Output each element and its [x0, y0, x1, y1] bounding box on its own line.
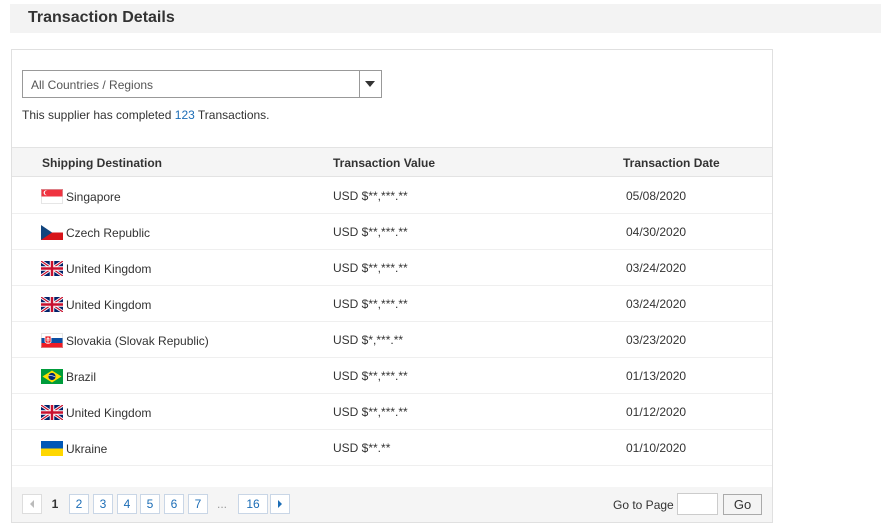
uk-flag-icon	[41, 261, 63, 276]
transaction-date: 01/13/2020	[626, 369, 687, 383]
page-link-7[interactable]: 7	[188, 494, 208, 514]
table-row: Singapore USD $**,***.** 05/08/2020	[12, 178, 772, 214]
page-link-last[interactable]: 16	[238, 494, 268, 514]
destination-cell: Czech Republic	[41, 225, 150, 240]
page-link-5[interactable]: 5	[140, 494, 160, 514]
transaction-value: USD $**.**	[333, 441, 391, 455]
table-row: Slovakia (Slovak Republic) USD $*,***.**…	[12, 322, 772, 358]
transaction-date: 03/24/2020	[626, 297, 687, 311]
singapore-flag-icon	[41, 189, 63, 204]
summary-prefix: This supplier has completed	[22, 108, 172, 122]
destination-cell: United Kingdom	[41, 261, 151, 276]
czech-flag-icon	[41, 225, 63, 240]
destination-name: Ukraine	[66, 442, 108, 456]
table-row: Brazil USD $**,***.** 01/13/2020	[12, 358, 772, 394]
destination-name: United Kingdom	[66, 298, 152, 312]
transaction-date: 01/12/2020	[626, 405, 687, 419]
transaction-value: USD $**,***.**	[333, 189, 408, 203]
table-header: Shipping Destination Transaction Value T…	[12, 147, 772, 177]
page-link-4[interactable]: 4	[117, 494, 137, 514]
section-header: Transaction Details	[10, 4, 881, 33]
chevron-left-icon	[30, 500, 34, 508]
destination-cell: Ukraine	[41, 441, 107, 456]
destination-cell: United Kingdom	[41, 297, 151, 312]
table-row: United Kingdom USD $**,***.** 03/24/2020	[12, 286, 772, 322]
transaction-value: USD $**,***.**	[333, 225, 408, 239]
table-row: Ukraine USD $**.** 01/10/2020	[12, 430, 772, 466]
transaction-value: USD $**,***.**	[333, 261, 408, 275]
go-button[interactable]: Go	[723, 494, 762, 515]
transaction-date: 03/24/2020	[626, 261, 687, 275]
chevron-right-icon	[278, 500, 282, 508]
country-region-select[interactable]: All Countries / Regions	[22, 70, 382, 98]
destination-name: United Kingdom	[66, 262, 152, 276]
table-row: United Kingdom USD $**,***.** 01/12/2020	[12, 394, 772, 430]
transaction-count: 123	[174, 108, 195, 122]
dropdown-arrow-button[interactable]	[359, 71, 381, 97]
goto-page-input[interactable]	[677, 493, 718, 515]
transaction-value: USD $**,***.**	[333, 369, 408, 383]
column-header-destination: Shipping Destination	[42, 156, 162, 170]
transaction-date: 04/30/2020	[626, 225, 687, 239]
destination-name: United Kingdom	[66, 406, 152, 420]
pagination: 1 2 3 4 5 6 7 ... 16 Go to Page Go	[12, 487, 772, 522]
current-page: 1	[51, 497, 59, 511]
transaction-value: USD $*,***.**	[333, 333, 404, 347]
pagination-ellipsis: ...	[217, 497, 228, 511]
summary-suffix: Transactions.	[197, 108, 270, 122]
country-region-select-value: All Countries / Regions	[31, 78, 154, 92]
destination-name: Singapore	[66, 190, 121, 204]
page-link-2[interactable]: 2	[69, 494, 89, 514]
transaction-date: 05/08/2020	[626, 189, 687, 203]
destination-cell: Brazil	[41, 369, 96, 384]
transaction-value: USD $**,***.**	[333, 405, 408, 419]
transaction-date: 01/10/2020	[626, 441, 687, 455]
transaction-rows: Singapore USD $**,***.** 05/08/2020 Czec…	[12, 178, 772, 466]
page-link-3[interactable]: 3	[93, 494, 113, 514]
uk-flag-icon	[41, 297, 63, 312]
next-page-button[interactable]	[270, 494, 290, 514]
ukraine-flag-icon	[41, 441, 63, 456]
uk-flag-icon	[41, 405, 63, 420]
page-title: Transaction Details	[28, 9, 175, 26]
transactions-panel: All Countries / Regions This supplier ha…	[11, 49, 773, 523]
destination-cell: Singapore	[41, 189, 121, 204]
brazil-flag-icon	[41, 369, 63, 384]
destination-name: Slovakia (Slovak Republic)	[66, 334, 209, 348]
destination-name: Czech Republic	[66, 226, 151, 240]
slovakia-flag-icon	[41, 333, 63, 348]
goto-page-label: Go to Page	[613, 498, 674, 512]
column-header-date: Transaction Date	[623, 156, 720, 170]
prev-page-button[interactable]	[22, 494, 42, 514]
column-header-value: Transaction Value	[333, 156, 436, 170]
chevron-down-icon	[365, 81, 375, 87]
transaction-value: USD $**,***.**	[333, 297, 408, 311]
destination-cell: United Kingdom	[41, 405, 151, 420]
page-link-6[interactable]: 6	[164, 494, 184, 514]
transaction-summary: This supplier has completed 123 Transact…	[22, 108, 270, 122]
transaction-date: 03/23/2020	[626, 333, 687, 347]
destination-name: Brazil	[66, 370, 97, 384]
table-row: Czech Republic USD $**,***.** 04/30/2020	[12, 214, 772, 250]
destination-cell: Slovakia (Slovak Republic)	[41, 333, 209, 348]
table-row: United Kingdom USD $**,***.** 03/24/2020	[12, 250, 772, 286]
